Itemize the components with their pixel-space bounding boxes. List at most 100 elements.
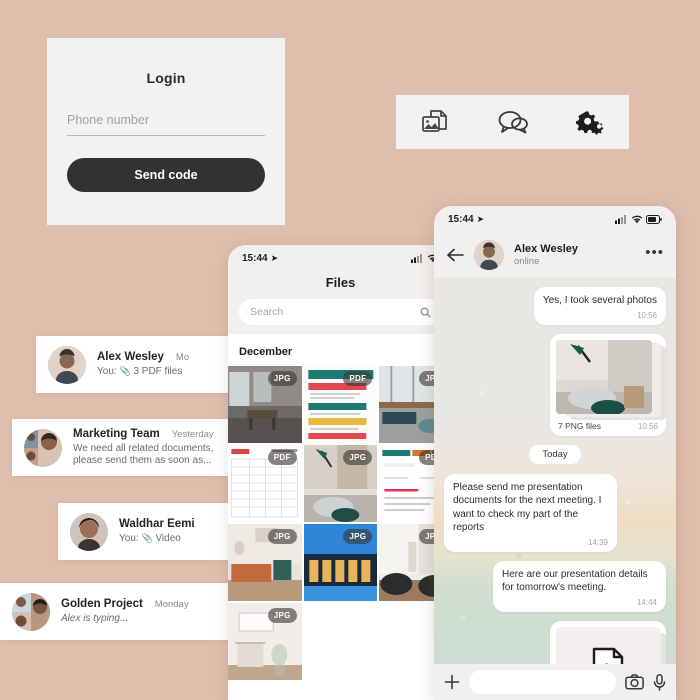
status-indicators xyxy=(615,214,662,224)
chat-list-item-time: Yesterday xyxy=(171,428,214,440)
message-text: Yes, I took several photos xyxy=(542,295,657,306)
cellular-signal-icon xyxy=(411,253,422,263)
message-time: 10:56 xyxy=(637,421,658,431)
preview-prefix: You: xyxy=(119,532,139,544)
chat-status-bar: 15:44 ➤ xyxy=(434,206,676,232)
login-title: Login xyxy=(146,70,186,86)
file-thumbnail[interactable]: PDF xyxy=(228,445,302,522)
preview-text: Video xyxy=(155,532,181,544)
file-thumbnail[interactable]: JPG xyxy=(228,366,302,443)
preview-text: 3 PDF files xyxy=(133,365,183,377)
message-text: Please send me presentation documents fo… xyxy=(453,481,602,534)
chat-bubbles-icon[interactable] xyxy=(497,109,529,135)
pdf-stack xyxy=(556,626,666,664)
files-search-input[interactable]: Search xyxy=(239,299,442,325)
pdf-file-icon xyxy=(592,647,624,664)
avatar xyxy=(70,512,108,551)
login-card: Login Phone number Send code xyxy=(47,38,285,225)
location-arrow-icon: ➤ xyxy=(476,213,485,224)
location-arrow-icon: ➤ xyxy=(270,252,279,263)
day-separator: Today xyxy=(444,444,666,464)
files-top-area: Files Search xyxy=(228,271,453,334)
avatar xyxy=(48,345,86,384)
microphone-icon[interactable] xyxy=(653,673,666,691)
chat-list-item-name: Marketing Team xyxy=(73,427,160,440)
chat-list-item-time: Mo xyxy=(175,351,190,363)
chat-peer-name: Alex Wesley xyxy=(514,243,579,255)
message-bubble: Yes, I took several photos 10:56 xyxy=(533,287,666,325)
photo-stack xyxy=(556,339,666,420)
search-icon xyxy=(420,307,431,318)
file-thumbnail[interactable]: JPG xyxy=(303,445,378,522)
day-separator-label: Today xyxy=(529,444,581,464)
files-section-label: December xyxy=(228,334,453,366)
icon-toolbar xyxy=(396,95,629,149)
chat-header: Alex Wesley online ••• xyxy=(434,232,676,278)
avatar[interactable] xyxy=(474,240,504,270)
settings-gears-icon[interactable] xyxy=(575,108,606,136)
chat-list-item-name: Alex Wesley xyxy=(97,350,164,363)
avatar xyxy=(24,428,62,467)
chat-list-item-preview: We need all related documents, please se… xyxy=(73,442,214,467)
status-time: 15:44 xyxy=(242,252,268,264)
paperclip-icon: 📎 xyxy=(141,532,153,543)
file-badge: JPG xyxy=(267,608,297,623)
chat-message[interactable]: 7 PNG files 10:56 xyxy=(444,333,666,436)
files-status-bar: 15:44 ➤ xyxy=(228,245,453,271)
attachment-label: 7 PNG files xyxy=(558,420,601,431)
more-options-icon[interactable]: ••• xyxy=(645,245,664,262)
file-thumbnail[interactable]: JPG xyxy=(228,603,302,680)
file-badge: JPG xyxy=(343,529,373,544)
attachment-footer: 7 PNG files 10:56 xyxy=(556,419,660,431)
phone-number-placeholder: Phone number xyxy=(67,113,150,127)
chat-message[interactable]: 3 PDF files 14:44 xyxy=(444,620,666,664)
chat-message-list[interactable]: Yes, I took several photos 10:56 7 PNG f… xyxy=(434,278,676,664)
file-thumbnail[interactable]: PDF xyxy=(303,366,378,443)
chat-message[interactable]: Here are our presentation details for to… xyxy=(444,560,666,612)
chat-peer-status: online xyxy=(514,256,540,267)
message-text: Here are our presentation details for to… xyxy=(502,568,648,594)
cellular-signal-icon xyxy=(615,214,626,224)
message-bubble: Here are our presentation details for to… xyxy=(493,560,666,612)
send-code-button[interactable]: Send code xyxy=(67,158,265,192)
chat-list-item-time: Monday xyxy=(154,598,189,610)
media-files-icon[interactable] xyxy=(420,108,450,136)
battery-icon xyxy=(646,214,662,224)
back-arrow-icon[interactable] xyxy=(446,248,464,262)
camera-icon[interactable] xyxy=(625,674,644,690)
message-input[interactable] xyxy=(469,670,616,694)
files-title: Files xyxy=(325,275,356,290)
pdf-attachment-bubble: 3 PDF files 14:44 xyxy=(550,620,666,664)
pdf-thumbnail[interactable] xyxy=(556,626,660,664)
design-mockup-stage: Login Phone number Send code Alex Wesley… xyxy=(0,0,700,700)
chat-input-bar xyxy=(434,664,676,700)
plus-icon[interactable] xyxy=(444,674,460,690)
chat-peer-info: Alex Wesley online xyxy=(514,243,645,267)
chat-list-item-typing-indicator: Alex is typing... xyxy=(61,612,129,624)
file-badge: JPG xyxy=(267,529,297,544)
message-time: 14:44 xyxy=(636,597,657,607)
files-search-placeholder: Search xyxy=(250,306,284,318)
photo-thumbnail[interactable] xyxy=(556,339,652,414)
chat-message[interactable]: Yes, I took several photos 10:56 xyxy=(444,287,666,325)
status-time: 15:44 xyxy=(448,213,474,225)
message-time: 10:56 xyxy=(636,310,657,320)
file-badge: JPG xyxy=(267,371,297,386)
file-thumbnail[interactable]: JPG xyxy=(228,524,302,601)
file-badge: PDF xyxy=(343,371,373,386)
chat-list-item-name: Golden Project xyxy=(61,597,143,610)
chat-message[interactable]: Please send me presentation documents fo… xyxy=(444,473,666,552)
file-badge: JPG xyxy=(343,450,373,465)
paperclip-icon: 📎 xyxy=(119,365,131,376)
file-thumbnail[interactable]: JPG xyxy=(303,524,378,601)
avatar xyxy=(12,592,50,631)
file-badge: PDF xyxy=(267,450,297,465)
photo-attachment-bubble: 7 PNG files 10:56 xyxy=(550,333,666,436)
chat-phone-screen: 15:44 ➤ Alex Wesley online ••• Yes, I to… xyxy=(434,206,676,700)
preview-prefix: You: xyxy=(97,365,117,377)
files-phone-screen: 15:44 ➤ Files Search December JPG PDF PD… xyxy=(228,245,453,700)
message-bubble: Please send me presentation documents fo… xyxy=(444,473,617,552)
phone-number-input[interactable]: Phone number xyxy=(67,111,265,136)
files-grid: JPG PDF PDF JPG JPG JPG JPG xyxy=(228,366,453,680)
message-time: 14:39 xyxy=(587,537,608,547)
